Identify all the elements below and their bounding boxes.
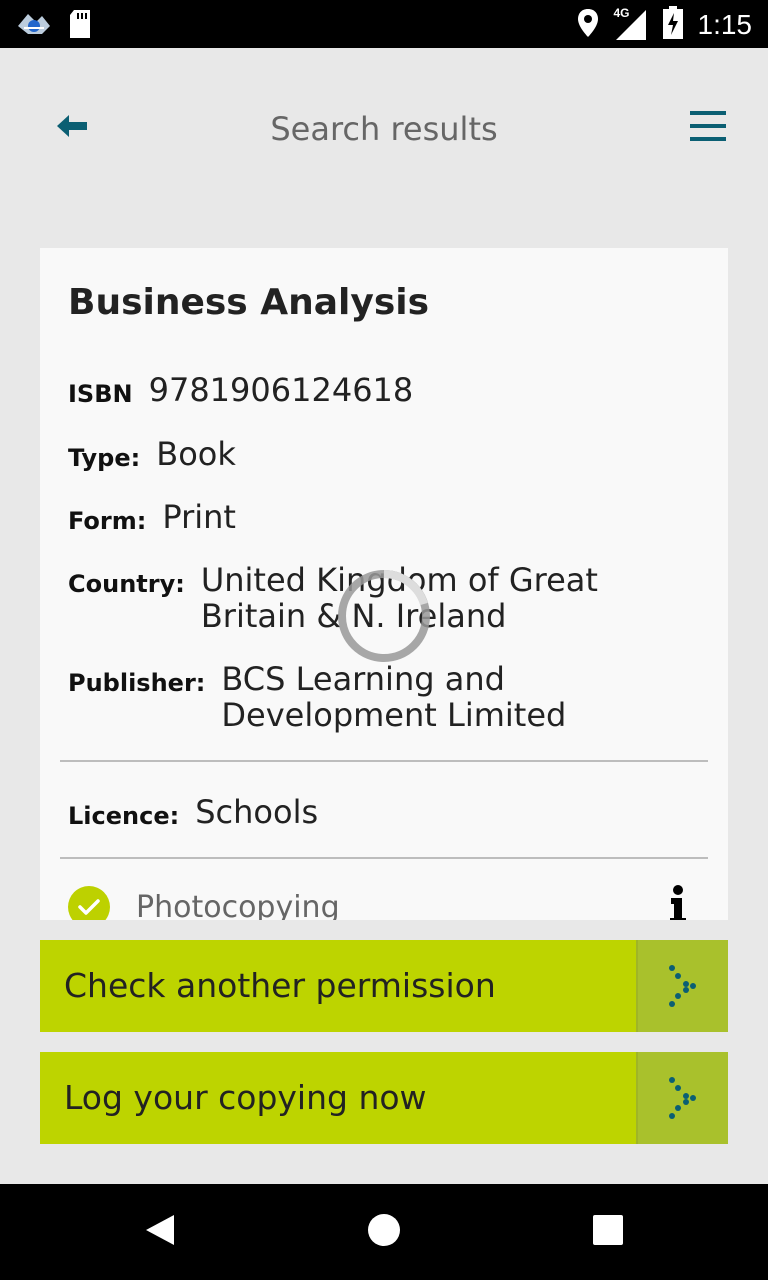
status-left: [16, 8, 92, 44]
sd-card-icon: [68, 9, 92, 43]
divider: [60, 857, 708, 859]
log-copying-label: Log your copying now: [64, 1078, 427, 1117]
check-another-permission-button[interactable]: Check another permission: [40, 940, 728, 1032]
log-copying-button[interactable]: Log your copying now: [40, 1052, 728, 1144]
form-value: Print: [162, 498, 236, 536]
country-label: Country:: [68, 570, 185, 598]
app-header: Search results: [0, 48, 768, 208]
network-type: 4G: [613, 6, 630, 20]
dotted-arrow-icon: [636, 940, 728, 1032]
triangle-back-icon: [144, 1213, 176, 1251]
location-icon: [576, 7, 600, 43]
navigation-bar: [0, 1184, 768, 1280]
app-notification-icon: [16, 8, 52, 44]
publisher-value-line2: Development Limited: [221, 696, 567, 734]
info-icon[interactable]: [662, 884, 694, 920]
licence-label: Licence:: [68, 802, 180, 830]
menu-button[interactable]: [684, 104, 732, 152]
form-label: Form:: [68, 507, 147, 535]
country-field: Country: United Kingdom of Great Britain…: [68, 562, 598, 634]
form-field: Form: Print: [68, 499, 236, 535]
nav-home-button[interactable]: [360, 1208, 408, 1256]
publisher-value: BCS Learning and Development Limited: [221, 661, 566, 733]
isbn-value: 9781906124618: [148, 371, 414, 409]
isbn-label: ISBN: [68, 380, 133, 408]
nav-recents-button[interactable]: [584, 1208, 632, 1256]
circle-home-icon: [367, 1213, 401, 1251]
nav-back-button[interactable]: [136, 1208, 184, 1256]
dotted-arrow-icon: [636, 1052, 728, 1144]
loading-spinner-icon: [336, 568, 432, 664]
status-bar: 4G 1:15: [0, 0, 768, 48]
square-recents-icon: [593, 1215, 623, 1249]
permission-label: Photocopying: [136, 890, 340, 920]
isbn-field: ISBN 9781906124618: [68, 372, 413, 408]
battery-charging-icon: [662, 6, 684, 44]
page-title: Search results: [270, 110, 498, 148]
licence-value: Schools: [195, 793, 319, 831]
publisher-value-line1: BCS Learning and: [221, 660, 505, 698]
licence-field: Licence: Schools: [68, 794, 318, 830]
permission-row[interactable]: Photocopying: [68, 884, 708, 920]
hamburger-menu-icon: [690, 109, 726, 147]
check-circle-icon: [68, 886, 110, 920]
status-right: 4G 1:15: [576, 6, 753, 44]
signal-icon: 4G: [613, 6, 648, 42]
type-value: Book: [156, 435, 236, 473]
check-another-permission-label: Check another permission: [64, 966, 496, 1005]
publisher-field: Publisher: BCS Learning and Development …: [68, 661, 566, 733]
type-field: Type: Book: [68, 436, 236, 472]
publisher-label: Publisher:: [68, 669, 206, 697]
result-title: Business Analysis: [68, 282, 430, 323]
type-label: Type:: [68, 444, 141, 472]
status-time: 1:15: [697, 9, 753, 40]
divider: [60, 760, 708, 762]
